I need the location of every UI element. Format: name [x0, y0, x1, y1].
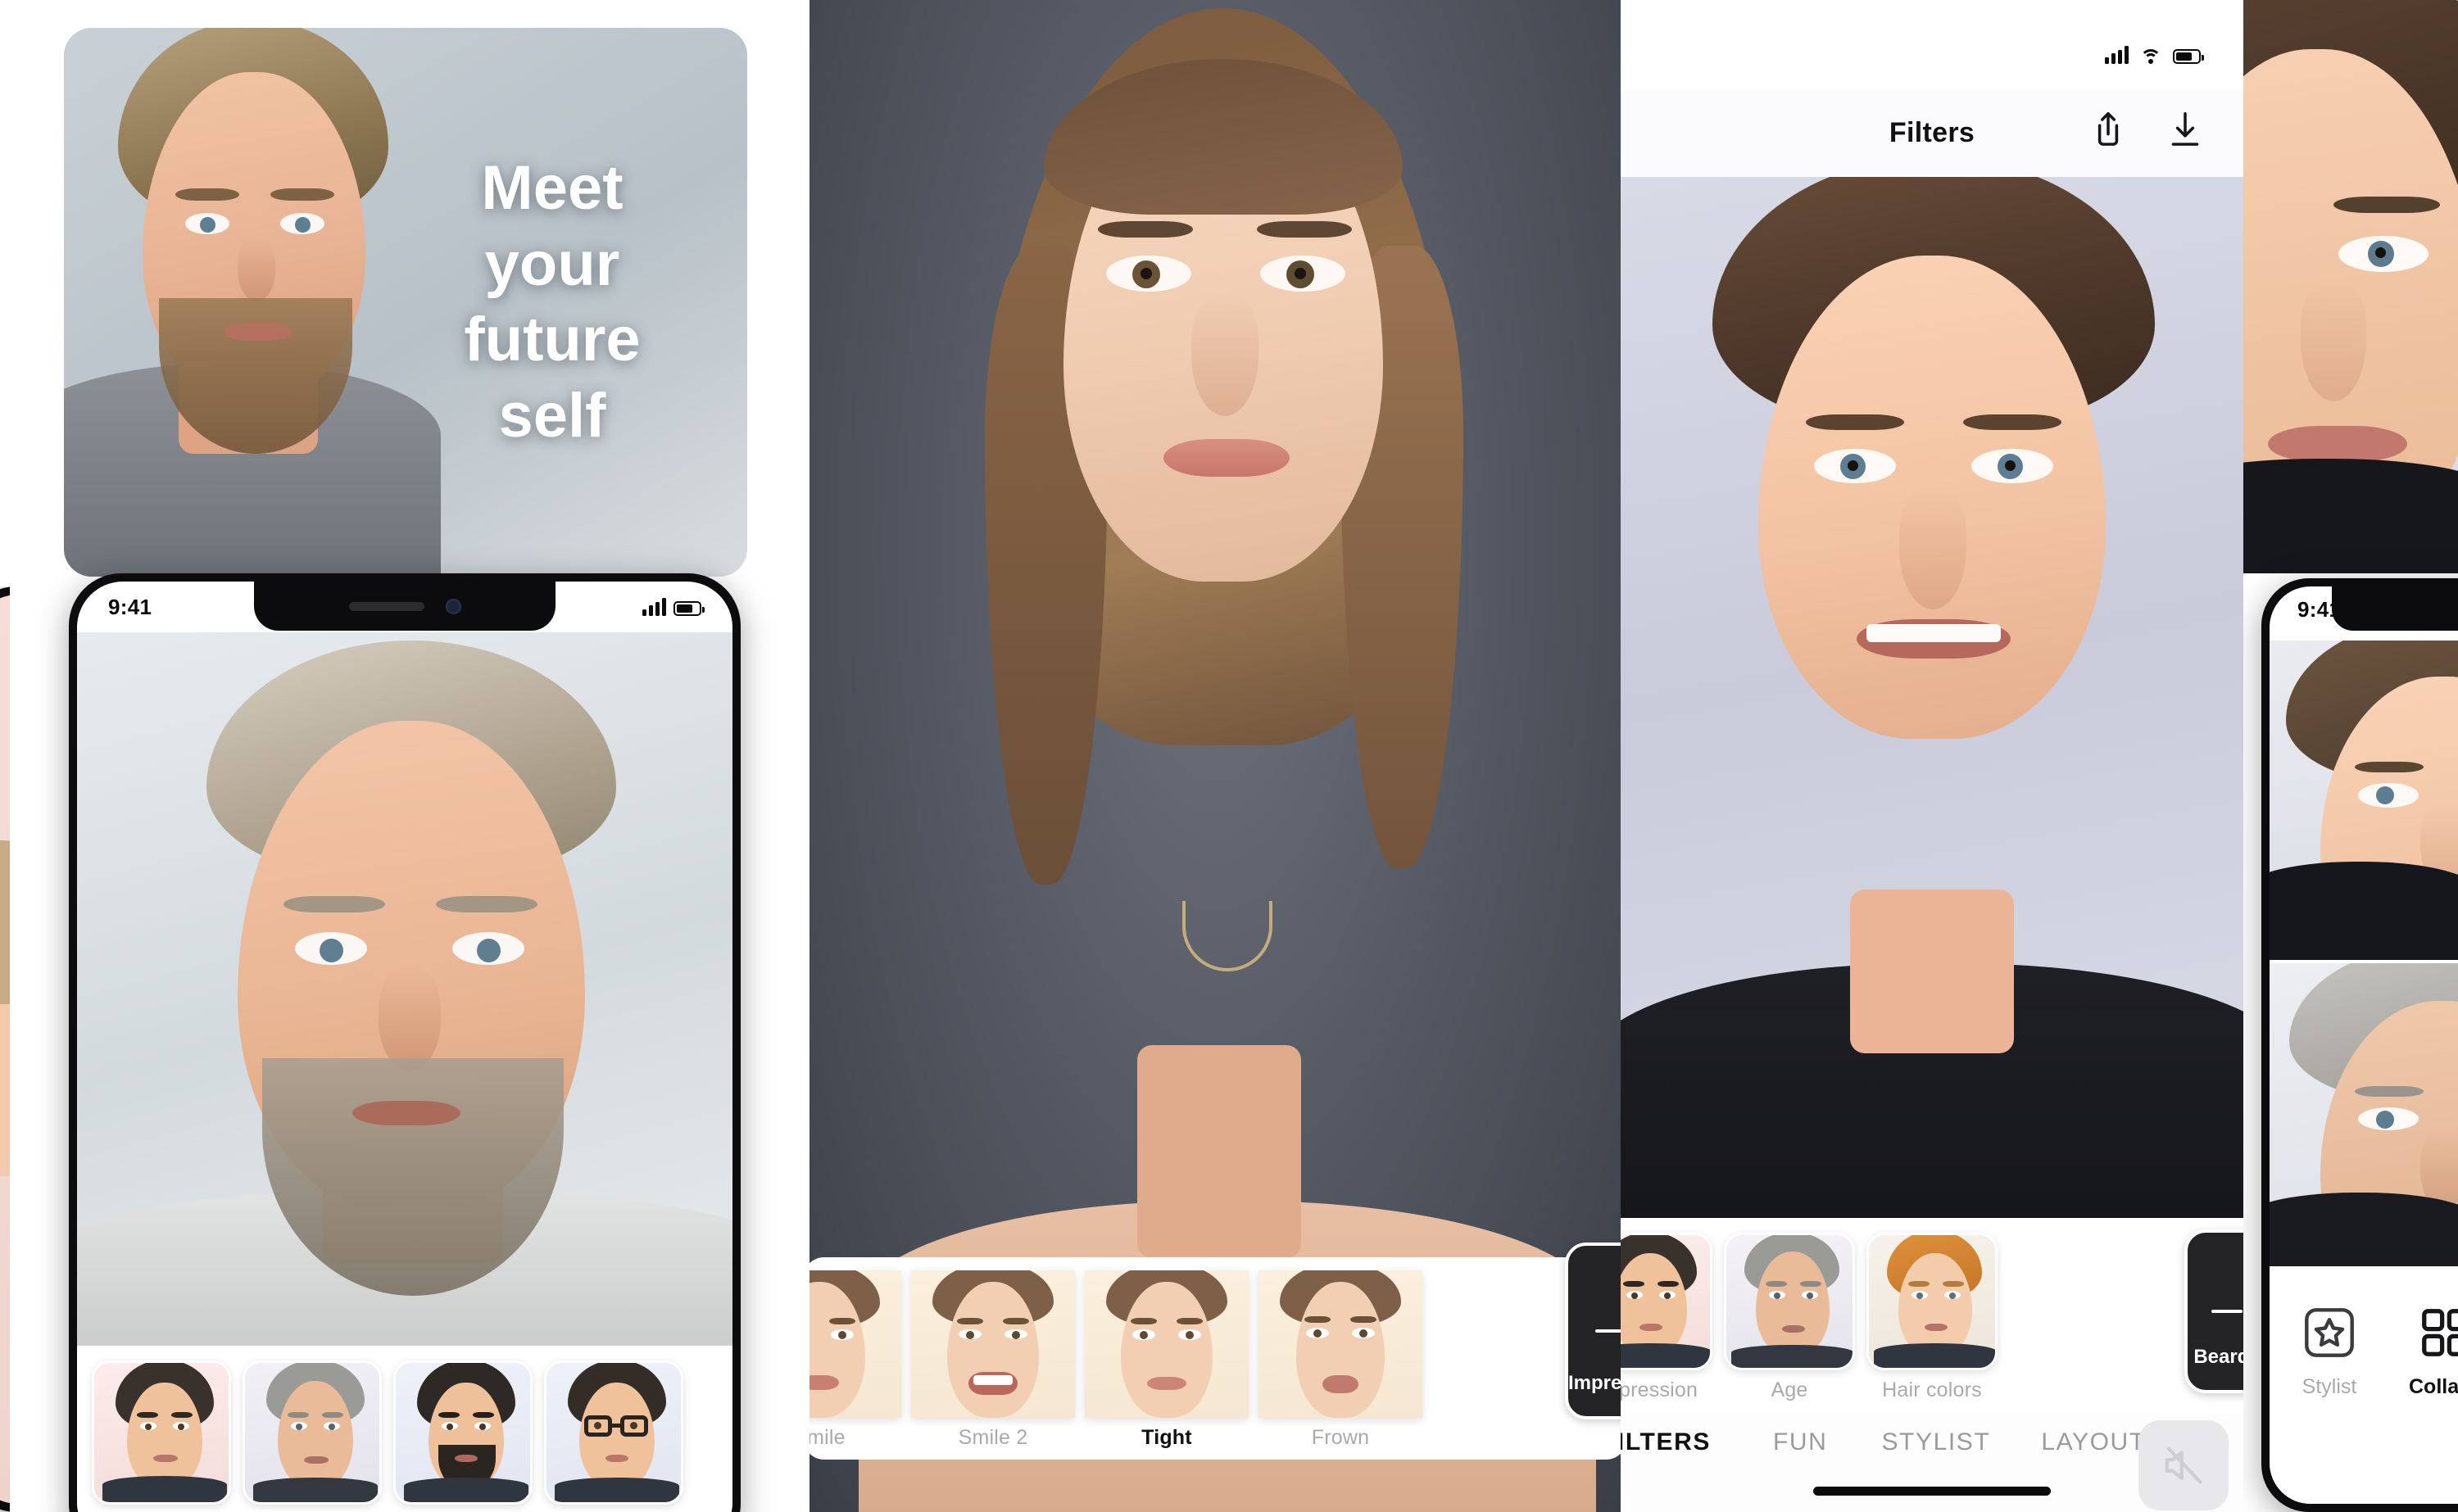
tool-collage[interactable]: Collage	[2409, 1304, 2458, 1399]
filter-item[interactable]: Smile	[810, 1270, 901, 1450]
phone-screen-1: 9:41	[77, 582, 732, 1512]
filter-label: Hair colors	[1882, 1378, 1982, 1401]
page-title: Filters	[1889, 116, 1975, 148]
panel-collage: 9:41 Stylist Colla	[2243, 0, 2458, 1512]
filter-thumb-frown[interactable]	[1258, 1270, 1422, 1418]
status-bar-3	[1621, 29, 2243, 80]
notch	[254, 582, 556, 631]
filter-card-beards-dark[interactable]: Beards	[2184, 1229, 2243, 1393]
panel-filters-portrait: Smile	[810, 0, 1621, 1512]
filter-item[interactable]: Impression	[92, 1360, 231, 1512]
earpiece-speaker	[348, 601, 424, 611]
share-icon[interactable]	[2088, 109, 2129, 157]
filter-item[interactable]: Age	[1724, 1233, 1855, 1402]
screenshot-gallery: Meet your future self 9:41 mile Smile 2 …	[0, 0, 2458, 1512]
tool-stylist[interactable]: Stylist	[2301, 1304, 2358, 1399]
collage-cell-young[interactable]	[2270, 641, 2458, 960]
phone-mockup-4: 9:41 Stylist Colla	[2261, 578, 2458, 1512]
filter-strip-1[interactable]: Impression	[77, 1346, 732, 1512]
headline: Meet your future self	[464, 153, 641, 451]
filter-thumb-beards[interactable]	[393, 1360, 533, 1505]
collage-cell-aged[interactable]	[2270, 963, 2458, 1283]
filter-thumb-tight[interactable]	[1085, 1270, 1249, 1418]
filter-label: Impression	[1621, 1378, 1698, 1401]
filter-item[interactable]: Beards	[393, 1360, 533, 1512]
filter-item[interactable]: Tight	[1085, 1270, 1249, 1450]
wifi-icon	[2140, 48, 2161, 64]
filter-thumb-smile2[interactable]	[911, 1270, 1075, 1418]
signal-bars-icon	[642, 598, 666, 616]
filter-item[interactable]: Glasses	[544, 1360, 683, 1512]
status-time: 9:41	[108, 594, 152, 619]
panel-filters-screen: Filters pression Age Hair colors Bear IL…	[1621, 0, 2243, 1512]
tool-bar-4[interactable]: Stylist Collage	[2270, 1266, 2458, 1504]
tab-stylist[interactable]: STYLIST	[1881, 1428, 1990, 1456]
filter-label: Smile	[810, 1426, 846, 1449]
panel-future-self: Meet your future self 9:41	[0, 0, 810, 1512]
dark-card-label: Beards	[2193, 1346, 2243, 1368]
nav-header: Filters	[1621, 88, 2243, 177]
filter-thumb-age-3[interactable]	[1724, 1233, 1855, 1370]
filter-thumb-glasses[interactable]	[544, 1360, 683, 1505]
filter-item[interactable]: Impression	[1621, 1233, 1712, 1402]
speaker-mute-icon[interactable]	[2138, 1420, 2229, 1510]
filter-thumb-smile[interactable]	[810, 1270, 901, 1418]
filter-thumb-impression-3[interactable]	[1621, 1233, 1712, 1370]
grid-icon	[2409, 1304, 2458, 1365]
tab-bar-3[interactable]: FILTERS FUN STYLIST LAYOUTS	[1621, 1414, 2243, 1512]
tab-fun[interactable]: FUN	[1773, 1428, 1827, 1456]
tool-label: Stylist	[2302, 1375, 2357, 1398]
star-icon	[2301, 1304, 2358, 1365]
filter-label: Frown	[1311, 1426, 1370, 1449]
filter-label: Age	[1771, 1378, 1808, 1401]
filter-strip-3[interactable]: Impression	[1621, 1218, 2243, 1414]
filter-label: Smile 2	[958, 1426, 1028, 1449]
filter-item[interactable]: Age	[243, 1360, 382, 1512]
adjacent-panel-sliver	[0, 586, 10, 1512]
filter-thumb-hair-colors[interactable]	[1866, 1233, 1998, 1370]
hero-face-photo-4	[2243, 0, 2458, 573]
filter-card-impression-dark[interactable]: Impression	[1565, 1243, 1621, 1419]
filter-item[interactable]: Hair colors	[1866, 1233, 1998, 1402]
front-camera-icon	[445, 598, 461, 614]
tool-label: Collage	[2409, 1375, 2458, 1398]
app-preview-face-3	[1621, 177, 2243, 1258]
dark-card-label: Impression	[1568, 1372, 1621, 1394]
tab-filters[interactable]: FILTERS	[1621, 1428, 1711, 1456]
filter-label: Tight	[1141, 1426, 1192, 1449]
signal-bars-icon	[2105, 46, 2129, 64]
filter-thumb-impression[interactable]	[92, 1360, 231, 1505]
filter-item[interactable]: Frown	[1258, 1270, 1422, 1450]
hero-photo-card: Meet your future self	[64, 28, 747, 577]
home-indicator	[1813, 1487, 2051, 1496]
filter-item[interactable]: Smile 2	[911, 1270, 1075, 1450]
battery-icon	[2173, 49, 2204, 64]
download-icon[interactable]	[2165, 109, 2206, 157]
phone-mockup-1: 9:41	[69, 573, 741, 1512]
filter-strip-2[interactable]: Smile	[810, 1243, 1621, 1460]
battery-icon	[673, 601, 705, 616]
filter-thumb-age[interactable]	[243, 1360, 382, 1505]
app-preview-face-1	[77, 632, 732, 1361]
